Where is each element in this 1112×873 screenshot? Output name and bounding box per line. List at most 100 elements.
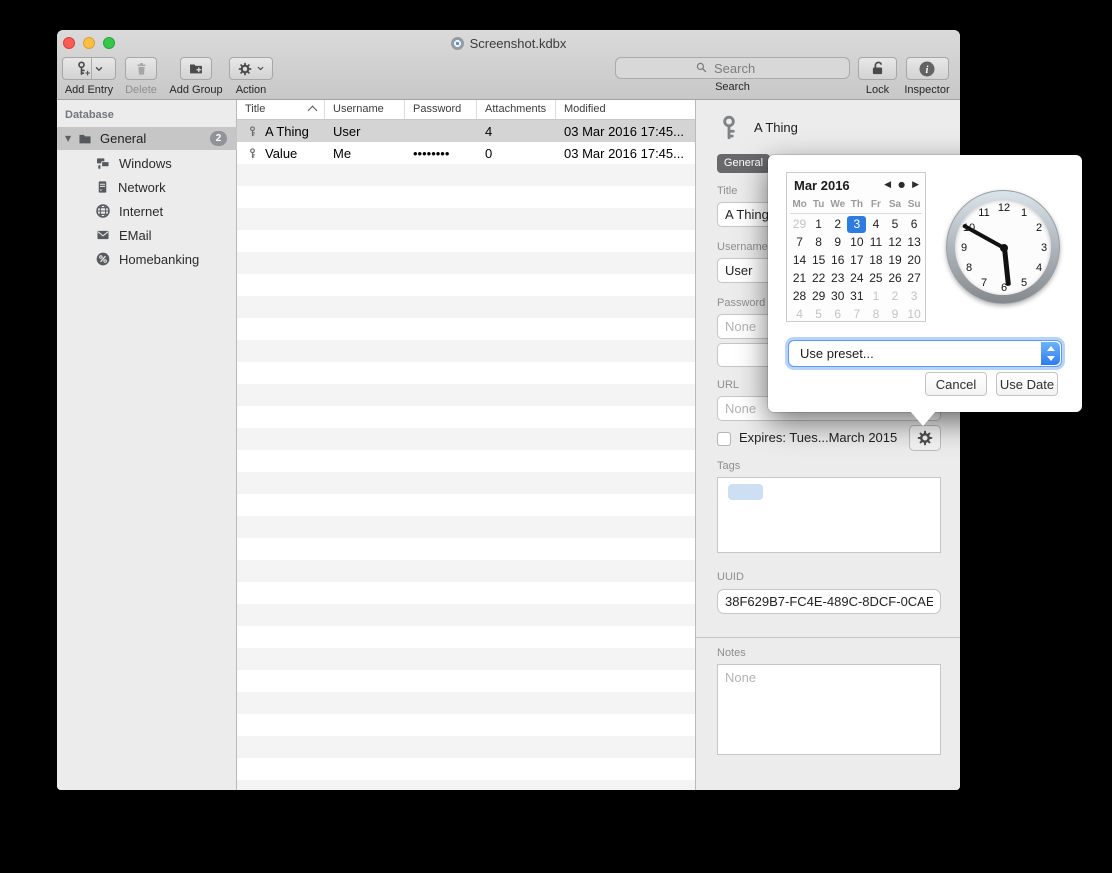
calendar-day[interactable]: 2 (828, 216, 847, 233)
calendar-day[interactable]: 8 (866, 306, 885, 323)
calendar-day[interactable]: 7 (847, 306, 866, 323)
calendar-day[interactable]: 29 (809, 288, 828, 305)
calendar-day[interactable]: 17 (847, 252, 866, 269)
calendar-day[interactable]: 1 (809, 216, 828, 233)
divider (790, 213, 922, 214)
entry-row-value[interactable]: Value Me •••••••• 0 03 Mar 2016 17:45... (237, 142, 695, 164)
notes-field[interactable] (717, 664, 941, 755)
email-icon (95, 228, 111, 242)
calendar-day[interactable]: 5 (809, 306, 828, 323)
add-group-button[interactable] (180, 57, 212, 80)
lock-label: Lock (858, 84, 897, 96)
calendar-day[interactable]: 9 (828, 234, 847, 251)
action-button[interactable] (229, 57, 273, 80)
network-icon (95, 179, 110, 195)
column-header-username[interactable]: Username (325, 100, 405, 119)
tag-token[interactable] (728, 484, 763, 500)
cell-modified: 03 Mar 2016 17:45... (556, 124, 695, 139)
calendar-week-row: 21222324252627 (790, 270, 924, 287)
calendar-day[interactable]: 5 (885, 216, 904, 233)
calendar-day[interactable]: 12 (885, 234, 904, 251)
use-date-button[interactable]: Use Date (996, 372, 1058, 396)
calendar-day[interactable]: 8 (809, 234, 828, 251)
chevron-up-icon (1047, 346, 1055, 351)
calendar-day[interactable]: 1 (866, 288, 885, 305)
entry-row-a-thing[interactable]: A Thing User 4 03 Mar 2016 17:45... (237, 120, 695, 142)
calendar-day[interactable]: 28 (790, 288, 809, 305)
calendar-day[interactable]: 13 (905, 234, 924, 251)
inspector-button[interactable] (906, 57, 949, 80)
calendar-day[interactable]: 26 (885, 270, 904, 287)
calendar-day[interactable]: 7 (790, 234, 809, 251)
calendar-day[interactable]: 21 (790, 270, 809, 287)
calendar-day[interactable]: 16 (828, 252, 847, 269)
calendar-day[interactable]: 3 (905, 288, 924, 305)
gear-icon (238, 62, 252, 76)
sidebar: Database ▼ General 2 Windows Network Int… (57, 100, 237, 790)
calendar-day[interactable]: 15 (809, 252, 828, 269)
key-icon (247, 147, 258, 160)
calendar-day[interactable]: 30 (828, 288, 847, 305)
calendar-day-selected[interactable]: 3 (847, 216, 866, 233)
sidebar-item-general[interactable]: ▼ General 2 (57, 127, 237, 150)
tags-box[interactable] (717, 477, 941, 553)
calendar-day[interactable]: 19 (885, 252, 904, 269)
cell-password: •••••••• (405, 146, 477, 161)
calendar-day[interactable]: 31 (847, 288, 866, 305)
cell-attachments: 4 (477, 124, 556, 139)
column-header-password[interactable]: Password (405, 100, 477, 119)
add-group-label: Add Group (165, 84, 227, 96)
calendar-day[interactable]: 6 (905, 216, 924, 233)
sidebar-item-homebanking[interactable]: Homebanking (57, 247, 237, 271)
entry-title: A Thing (754, 120, 798, 135)
calendar-day[interactable]: 11 (866, 234, 885, 251)
calendar-day[interactable]: 29 (790, 216, 809, 233)
calendar-prev-icon[interactable]: ◀ (884, 180, 891, 190)
calendar-day[interactable]: 9 (885, 306, 904, 323)
calendar-day[interactable]: 27 (905, 270, 924, 287)
password-field-label: Password (717, 297, 765, 309)
column-header-attachments[interactable]: Attachments (477, 100, 556, 119)
uuid-field[interactable] (717, 589, 941, 614)
column-header-title[interactable]: Title (237, 100, 325, 119)
search-input[interactable] (615, 57, 850, 79)
add-entry-button[interactable]: + (62, 57, 116, 80)
delete-button[interactable] (125, 57, 157, 80)
calendar-day[interactable]: 4 (866, 216, 885, 233)
folder-plus-icon (188, 61, 204, 76)
calendar-today-icon[interactable]: ● (898, 180, 905, 190)
sidebar-item-internet[interactable]: Internet (57, 199, 237, 223)
column-header-modified[interactable]: Modified (556, 100, 695, 119)
calendar-day[interactable]: 20 (905, 252, 924, 269)
calendar-day[interactable]: 24 (847, 270, 866, 287)
sidebar-item-windows[interactable]: Windows (57, 151, 237, 175)
calendar-day[interactable]: 25 (866, 270, 885, 287)
document-icon (451, 37, 464, 50)
calendar-day[interactable]: 10 (905, 306, 924, 323)
calendar-day[interactable]: 2 (885, 288, 904, 305)
calendar-next-icon[interactable]: ▶ (912, 180, 919, 190)
calendar-day[interactable]: 23 (828, 270, 847, 287)
tab-general[interactable]: General (717, 154, 770, 173)
inspector-label: Inspector (897, 84, 957, 96)
calendar-month-title: Mar 2016 (794, 178, 850, 193)
sidebar-item-network[interactable]: Network (57, 175, 237, 199)
calendar-day[interactable]: 22 (809, 270, 828, 287)
cancel-button[interactable]: Cancel (925, 372, 987, 396)
expires-checkbox[interactable] (717, 432, 731, 446)
clock-number: 3 (1041, 242, 1047, 254)
lock-button[interactable] (858, 57, 897, 80)
calendar-day[interactable]: 18 (866, 252, 885, 269)
sidebar-item-email[interactable]: EMail (57, 223, 237, 247)
disclosure-triangle-icon[interactable]: ▼ (65, 134, 77, 143)
chevron-down-icon[interactable] (94, 64, 104, 74)
calendar-day[interactable]: 4 (790, 306, 809, 323)
expires-date-picker-button[interactable] (909, 425, 941, 451)
select-stepper[interactable] (1041, 342, 1060, 365)
analog-clock[interactable]: 12 1 2 3 4 5 6 7 8 9 10 11 (946, 190, 1060, 304)
use-preset-select[interactable]: Use preset... (788, 340, 1062, 367)
calendar-day[interactable]: 6 (828, 306, 847, 323)
calendar-day[interactable]: 14 (790, 252, 809, 269)
calendar-day[interactable]: 10 (847, 234, 866, 251)
cell-title: Value (265, 146, 297, 161)
